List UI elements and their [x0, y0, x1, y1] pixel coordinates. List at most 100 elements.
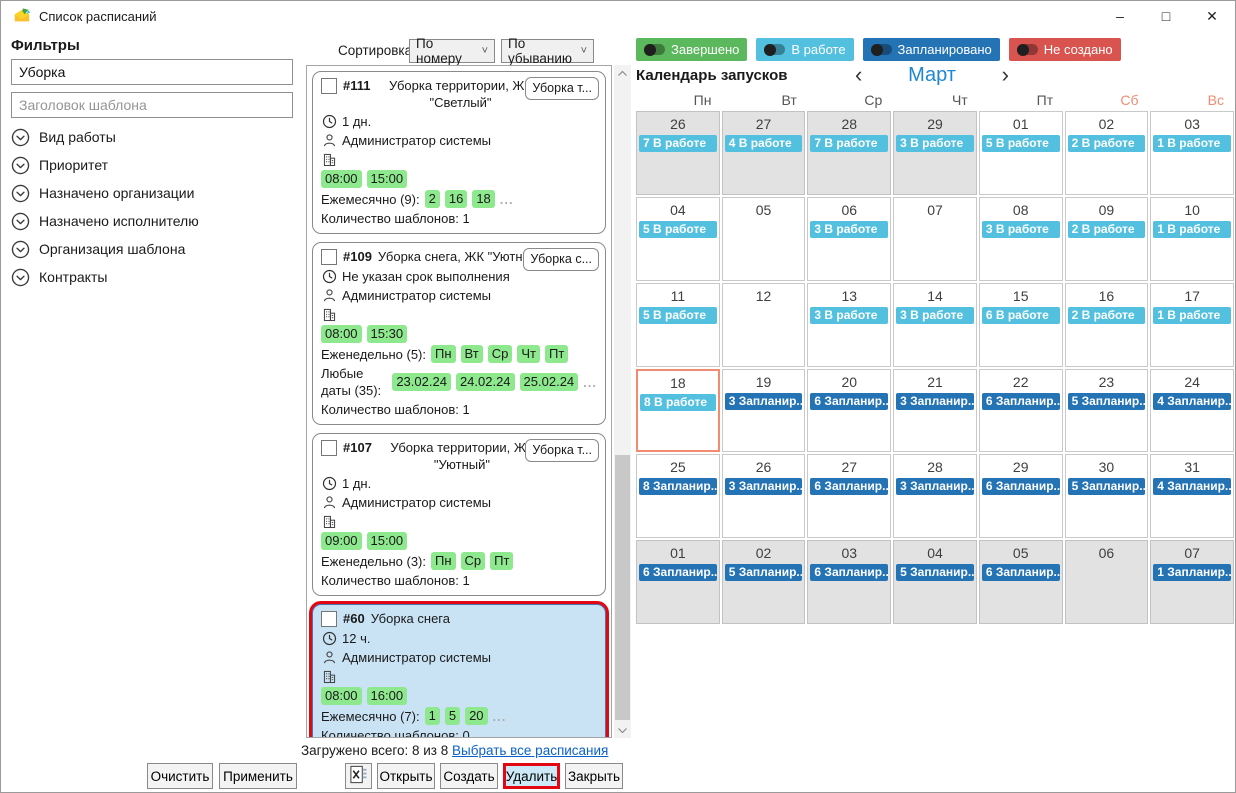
template-title-input[interactable] — [11, 92, 293, 118]
chevron-down-circle-icon[interactable] — [11, 268, 30, 287]
sidebar-filter-0[interactable]: Вид работы — [11, 123, 293, 151]
close-list-button[interactable]: Закрыть — [565, 763, 623, 789]
card-tag-button[interactable]: Уборка т... — [525, 77, 599, 100]
day-badge[interactable]: 5 В работе — [982, 135, 1060, 152]
calendar-cell[interactable]: 188 В работе — [636, 369, 720, 453]
day-badge[interactable]: 5 В работе — [639, 307, 717, 324]
calendar-cell[interactable]: 171 В работе — [1150, 283, 1234, 367]
sidebar-filter-2[interactable]: Назначено организации — [11, 179, 293, 207]
chevron-down-circle-icon[interactable] — [11, 156, 30, 175]
sort-field-dropdown[interactable]: По номеру ˅ — [409, 39, 495, 63]
next-month-button[interactable]: › — [998, 62, 1013, 88]
day-badge[interactable]: 3 Запланир... — [896, 478, 974, 495]
legend-toggle-inprogress[interactable]: В работе — [756, 38, 853, 61]
calendar-cell[interactable]: 258 Запланир... — [636, 454, 720, 538]
worktype-search-input[interactable] — [11, 59, 293, 85]
calendar-cell[interactable]: 031 В работе — [1150, 111, 1234, 195]
chevron-down-circle-icon[interactable] — [11, 212, 30, 231]
calendar-cell[interactable]: 056 Запланир... — [979, 540, 1063, 624]
card-checkbox[interactable] — [321, 249, 337, 265]
legend-toggle-notcreated[interactable]: Не создано — [1009, 38, 1121, 61]
day-badge[interactable]: 4 Запланир... — [1153, 393, 1231, 410]
day-badge[interactable]: 5 Запланир... — [1068, 393, 1146, 410]
day-badge[interactable]: 3 В работе — [982, 221, 1060, 238]
calendar-cell[interactable]: 045 Запланир... — [893, 540, 977, 624]
card-checkbox[interactable] — [321, 440, 337, 456]
day-badge[interactable]: 3 Запланир... — [725, 478, 803, 495]
sidebar-filter-1[interactable]: Приоритет — [11, 151, 293, 179]
calendar-cell[interactable]: 016 Запланир... — [636, 540, 720, 624]
day-badge[interactable]: 1 В работе — [1153, 221, 1231, 238]
schedule-card[interactable]: #109Уборка снега, ЖК "Уютный"Уборка с...… — [312, 242, 606, 425]
calendar-cell[interactable]: 276 Запланир... — [807, 454, 891, 538]
day-badge[interactable]: 6 Запланир... — [982, 478, 1060, 495]
calendar-cell[interactable]: 025 Запланир... — [722, 540, 806, 624]
close-button[interactable]: ✕ — [1189, 1, 1235, 31]
calendar-cell[interactable]: 226 Запланир... — [979, 369, 1063, 453]
calendar-cell[interactable]: 162 В работе — [1065, 283, 1149, 367]
calendar-cell[interactable]: 283 Запланир... — [893, 454, 977, 538]
day-badge[interactable]: 4 Запланир... — [1153, 478, 1231, 495]
chevron-down-circle-icon[interactable] — [11, 240, 30, 259]
card-tag-button[interactable]: Уборка т... — [525, 439, 599, 462]
calendar-cell[interactable]: 092 В работе — [1065, 197, 1149, 281]
day-badge[interactable]: 1 В работе — [1153, 135, 1231, 152]
day-badge[interactable]: 6 Запланир... — [639, 564, 717, 581]
calendar-cell[interactable]: 213 Запланир... — [893, 369, 977, 453]
open-button[interactable]: Открыть — [377, 763, 435, 789]
list-scrollbar[interactable] — [614, 65, 631, 738]
scroll-thumb[interactable] — [615, 455, 630, 720]
schedule-card[interactable]: #111Уборка территории, ЖК "Светлый"Уборк… — [312, 71, 606, 234]
legend-toggle-planned[interactable]: Запланировано — [863, 38, 1000, 61]
calendar-cell[interactable]: 156 В работе — [979, 283, 1063, 367]
day-badge[interactable]: 6 Запланир... — [810, 564, 888, 581]
calendar-cell[interactable]: 206 Запланир... — [807, 369, 891, 453]
calendar-cell[interactable]: 063 В работе — [807, 197, 891, 281]
create-button[interactable]: Создать — [440, 763, 498, 789]
calendar-cell[interactable]: 101 В работе — [1150, 197, 1234, 281]
day-badge[interactable]: 8 В работе — [640, 394, 716, 411]
calendar-cell[interactable]: 235 Запланир... — [1065, 369, 1149, 453]
day-badge[interactable]: 3 Запланир... — [725, 393, 803, 410]
card-checkbox[interactable] — [321, 611, 337, 627]
day-badge[interactable]: 5 Запланир... — [896, 564, 974, 581]
calendar-cell[interactable]: 015 В работе — [979, 111, 1063, 195]
day-badge[interactable]: 5 Запланир... — [725, 564, 803, 581]
schedule-card[interactable]: #107Уборка территории, ЖК "Уютный"Уборка… — [312, 433, 606, 596]
sidebar-filter-5[interactable]: Контракты — [11, 263, 293, 291]
calendar-cell[interactable]: 05 — [722, 197, 806, 281]
calendar-cell[interactable]: 143 В работе — [893, 283, 977, 367]
calendar-cell[interactable]: 071 Запланир... — [1150, 540, 1234, 624]
calendar-cell[interactable]: 293 В работе — [893, 111, 977, 195]
sort-order-dropdown[interactable]: По убыванию ˅ — [501, 39, 594, 63]
calendar-cell[interactable]: 263 Запланир... — [722, 454, 806, 538]
day-badge[interactable]: 3 В работе — [810, 221, 888, 238]
calendar-cell[interactable]: 314 Запланир... — [1150, 454, 1234, 538]
calendar-cell[interactable]: 12 — [722, 283, 806, 367]
prev-month-button[interactable]: ‹ — [851, 62, 866, 88]
legend-toggle-completed[interactable]: Завершено — [636, 38, 747, 61]
calendar-cell[interactable]: 244 Запланир... — [1150, 369, 1234, 453]
day-badge[interactable]: 2 В работе — [1068, 307, 1146, 324]
day-badge[interactable]: 3 Запланир... — [896, 393, 974, 410]
day-badge[interactable]: 3 В работе — [896, 135, 974, 152]
chevron-down-circle-icon[interactable] — [11, 128, 30, 147]
calendar-cell[interactable]: 06 — [1065, 540, 1149, 624]
day-badge[interactable]: 6 Запланир... — [810, 393, 888, 410]
calendar-cell[interactable]: 296 Запланир... — [979, 454, 1063, 538]
day-badge[interactable]: 4 В работе — [725, 135, 803, 152]
excel-export-button[interactable] — [345, 763, 372, 789]
sidebar-filter-3[interactable]: Назначено исполнителю — [11, 207, 293, 235]
calendar-cell[interactable]: 036 Запланир... — [807, 540, 891, 624]
calendar-cell[interactable]: 193 Запланир... — [722, 369, 806, 453]
delete-button[interactable]: Удалить — [503, 763, 560, 789]
chevron-down-circle-icon[interactable] — [11, 184, 30, 203]
day-badge[interactable]: 8 Запланир... — [639, 478, 717, 495]
day-badge[interactable]: 5 В работе — [639, 221, 717, 238]
calendar-cell[interactable]: 022 В работе — [1065, 111, 1149, 195]
day-badge[interactable]: 6 Запланир... — [982, 393, 1060, 410]
day-badge[interactable]: 2 В работе — [1068, 135, 1146, 152]
calendar-cell[interactable]: 305 Запланир... — [1065, 454, 1149, 538]
day-badge[interactable]: 5 Запланир... — [1068, 478, 1146, 495]
select-all-link[interactable]: Выбрать все расписания — [452, 743, 608, 758]
